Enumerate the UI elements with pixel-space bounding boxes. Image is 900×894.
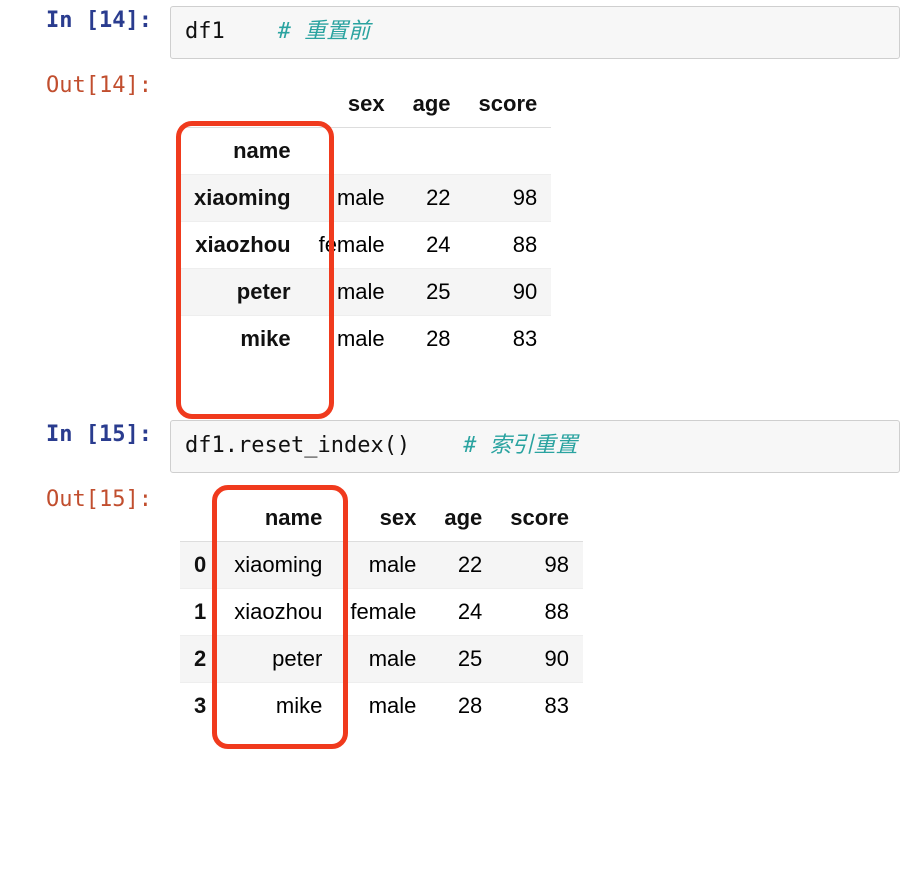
index-name: name <box>180 127 305 174</box>
cell-name: xiaoming <box>220 541 336 588</box>
col-header-score: score <box>465 81 552 128</box>
dataframe-table-15: name sex age score 0 xiaoming male 22 98… <box>180 495 583 729</box>
cell-sex: male <box>336 682 430 729</box>
cell-age: 28 <box>430 682 496 729</box>
cell-sex: female <box>336 588 430 635</box>
col-header-age: age <box>399 81 465 128</box>
col-header-blank <box>180 495 220 542</box>
in-prompt-14: In [14]: <box>0 6 170 37</box>
cell-age: 22 <box>399 174 465 221</box>
cell-sex: male <box>305 268 399 315</box>
in-cell-15: In [15]: df1.reset_index() # 索引重置 <box>0 414 900 479</box>
row-index: peter <box>180 268 305 315</box>
row-index: mike <box>180 315 305 362</box>
out-cell-14: Out[14]: sex age score name xiaoming mal… <box>0 65 900 368</box>
cell-score: 98 <box>496 541 583 588</box>
cell-score: 88 <box>465 221 552 268</box>
output-area-14: sex age score name xiaoming male 22 98 x… <box>170 71 900 362</box>
code-comment: # 索引重置 <box>463 433 578 458</box>
col-header-sex: sex <box>336 495 430 542</box>
cell-score: 90 <box>496 635 583 682</box>
out-cell-15: Out[15]: name sex age score 0 xiaoming m… <box>0 479 900 735</box>
cell-age: 24 <box>430 588 496 635</box>
row-index: xiaoming <box>180 174 305 221</box>
cell-score: 83 <box>496 682 583 729</box>
cell-sex: male <box>336 635 430 682</box>
cell-sex: male <box>305 174 399 221</box>
col-header-age: age <box>430 495 496 542</box>
in-cell-14: In [14]: df1 # 重置前 <box>0 0 900 65</box>
code-expr-call: .reset_index() <box>225 433 410 458</box>
cell-age: 28 <box>399 315 465 362</box>
dataframe-table-14: sex age score name xiaoming male 22 98 x… <box>180 81 551 362</box>
table-row: 0 xiaoming male 22 98 <box>180 541 583 588</box>
corner-blank <box>180 81 305 128</box>
row-index: 2 <box>180 635 220 682</box>
cell-name: mike <box>220 682 336 729</box>
code-input-15[interactable]: df1.reset_index() # 索引重置 <box>170 420 900 473</box>
out-prompt-15: Out[15]: <box>0 485 170 516</box>
in-prompt-15: In [15]: <box>0 420 170 451</box>
cell-age: 25 <box>399 268 465 315</box>
cell-name: peter <box>220 635 336 682</box>
cell-sex: male <box>305 315 399 362</box>
table-row: 2 peter male 25 90 <box>180 635 583 682</box>
code-comment: # 重置前 <box>278 19 371 44</box>
cell-sex: female <box>305 221 399 268</box>
cell-score: 88 <box>496 588 583 635</box>
cell-age: 24 <box>399 221 465 268</box>
code-input-14[interactable]: df1 # 重置前 <box>170 6 900 59</box>
cell-age: 22 <box>430 541 496 588</box>
cell-score: 98 <box>465 174 552 221</box>
output-area-15: name sex age score 0 xiaoming male 22 98… <box>170 485 900 729</box>
col-header-sex: sex <box>305 81 399 128</box>
col-header-name: name <box>220 495 336 542</box>
table-row: mike male 28 83 <box>180 315 551 362</box>
table-row: xiaozhou female 24 88 <box>180 221 551 268</box>
row-index: 3 <box>180 682 220 729</box>
row-index: 0 <box>180 541 220 588</box>
code-expr: df1 <box>185 19 225 44</box>
out-prompt-14: Out[14]: <box>0 71 170 102</box>
row-index: xiaozhou <box>180 221 305 268</box>
code-expr-var: df1 <box>185 433 225 458</box>
cell-score: 90 <box>465 268 552 315</box>
row-index: 1 <box>180 588 220 635</box>
table-row: peter male 25 90 <box>180 268 551 315</box>
table-row: 3 mike male 28 83 <box>180 682 583 729</box>
cell-name: xiaozhou <box>220 588 336 635</box>
table-row: xiaoming male 22 98 <box>180 174 551 221</box>
cell-age: 25 <box>430 635 496 682</box>
col-header-score: score <box>496 495 583 542</box>
cell-score: 83 <box>465 315 552 362</box>
table-row: 1 xiaozhou female 24 88 <box>180 588 583 635</box>
cell-sex: male <box>336 541 430 588</box>
